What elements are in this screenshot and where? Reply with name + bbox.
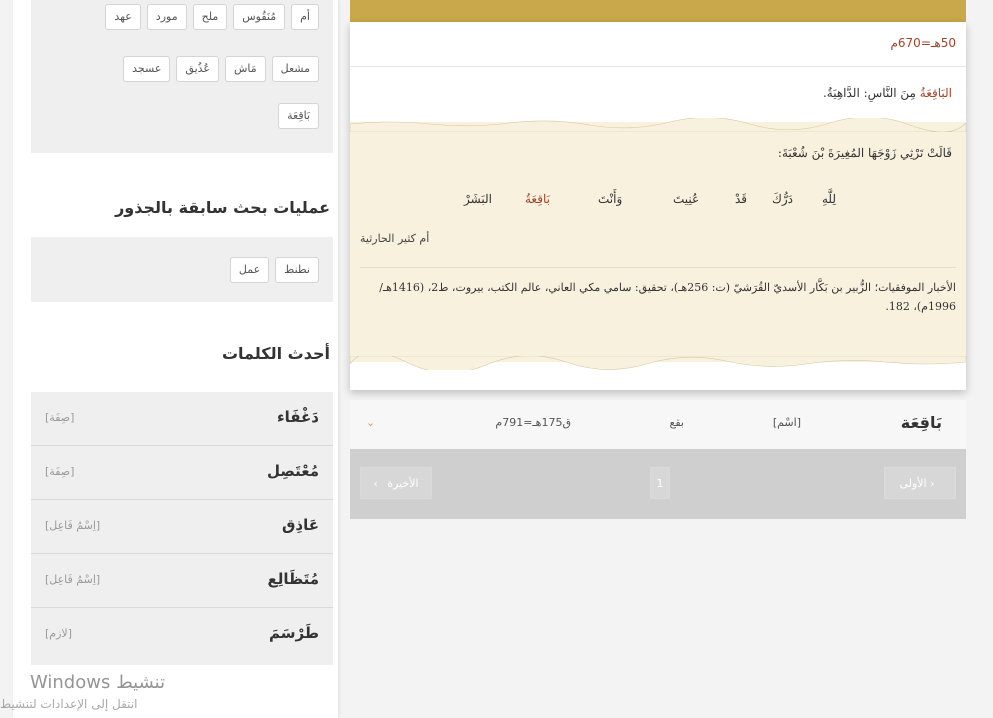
sidebar: أم مُنَقُوس ملح مورد عهد مشعل مَاش عُذُي… <box>13 0 338 718</box>
root-tag[interactable]: مَاش <box>224 56 266 82</box>
quote-intro: قَالَتْ تَرْثِي زَوْجَهَا المُغِيرَةَ بْ… <box>777 146 952 160</box>
list-item[interactable]: مُتَظَالِع [اِسْمُ فَاعِل] <box>31 554 333 608</box>
last-page-button[interactable]: ‹ الأخيرة <box>360 467 432 499</box>
verse-word: لِلَّهِ <box>822 192 837 206</box>
verse-word: البَشَرْ <box>464 192 492 206</box>
word-meaning: البَاقِعَةُ مِنَ النَّاسِ: الدَّاهِيَةُ. <box>823 86 952 100</box>
windows-activation-subtitle: انتقل إلى الإعدادات لتنشيط <box>0 697 138 711</box>
meaning-definition: مِنَ النَّاسِ: الدَّاهِيَةُ. <box>822 86 920 100</box>
verse-word: وَأَنْتَ <box>598 192 623 206</box>
verse-word: قَدْ <box>735 192 748 206</box>
previous-searches-box: نطنط عمل <box>31 237 333 302</box>
word-link[interactable]: مُتَظَالِع <box>267 570 319 588</box>
root-tag[interactable]: مُنَقُوس <box>233 4 286 30</box>
result-word[interactable]: بَاقِعَة <box>901 413 942 432</box>
first-page-label: الأولى <box>899 477 927 490</box>
header-bar <box>350 0 966 22</box>
word-type: [صِفَة] <box>45 465 75 478</box>
root-tag[interactable]: مورد <box>146 4 187 30</box>
list-item[interactable]: طَرْسَمَ [لازم] <box>31 608 333 662</box>
root-tag[interactable]: ملح <box>192 4 228 30</box>
result-date: ق175هـ=791م <box>495 416 571 429</box>
previous-searches-row: نطنط عمل <box>224 257 319 283</box>
verse-highlight-word: بَاقِعَةُ <box>525 192 550 206</box>
page-number-button[interactable]: 1 <box>650 467 670 499</box>
chevron-right-icon: › <box>930 477 935 490</box>
word-link[interactable]: عَاذِق <box>282 516 319 534</box>
list-item[interactable]: دَغْفَاء [صِفَة] <box>31 392 333 446</box>
latest-words-title: أحدث الكلمات <box>221 344 330 363</box>
root-tag[interactable]: مشعل <box>271 56 319 82</box>
root-tag[interactable]: أم <box>291 4 319 30</box>
root-tag[interactable]: عسجد <box>123 56 171 82</box>
verse-word: عُنِيتَ <box>673 192 700 206</box>
previous-search-tag[interactable]: عمل <box>229 257 270 283</box>
chevron-left-icon: ‹ <box>373 477 378 490</box>
pagination: الأولى › 1 ‹ الأخيرة <box>350 449 966 519</box>
windows-activation-title: تنشيط Windows <box>30 672 166 693</box>
meaning-headword: البَاقِعَةُ <box>919 86 952 100</box>
poet-name: أم كثير الحارثية <box>360 232 430 245</box>
word-type: [صِفَة] <box>45 411 75 424</box>
related-roots-box: أم مُنَقُوس ملح مورد عهد مشعل مَاش عُذُي… <box>31 0 333 153</box>
divider <box>350 66 966 67</box>
torn-edge-bottom <box>350 356 966 370</box>
word-type: [اِسْمُ فَاعِل] <box>45 519 101 532</box>
latest-words-list: دَغْفَاء [صِفَة] مُعْتَصِل [صِفَة] عَاذِ… <box>31 392 333 665</box>
root-tag[interactable]: عُذُيق <box>176 56 219 82</box>
first-page-button[interactable]: الأولى › <box>884 467 956 499</box>
quote-block: قَالَتْ تَرْثِي زَوْجَهَا المُغِيرَةَ بْ… <box>350 118 966 370</box>
verse-word: دَرُّكَ <box>772 192 794 206</box>
word-type: [اِسْمُ فَاعِل] <box>45 573 101 586</box>
result-root: بقع <box>669 416 684 429</box>
previous-searches-title: عمليات بحث سابقة بالجذور <box>115 198 330 217</box>
last-page-label: الأخيرة <box>387 477 419 490</box>
word-link[interactable]: دَغْفَاء <box>277 408 319 426</box>
list-item[interactable]: عَاذِق [اِسْمُ فَاعِل] <box>31 500 333 554</box>
list-item[interactable]: مُعْتَصِل [صِفَة] <box>31 446 333 500</box>
chevron-down-icon[interactable]: ⌄ <box>366 416 375 429</box>
root-tag[interactable]: عهد <box>105 4 141 30</box>
divider <box>360 267 956 268</box>
word-detail-card: 50هـ=670م البَاقِعَةُ مِنَ النَّاسِ: الد… <box>350 22 966 390</box>
result-row[interactable]: بَاقِعَة [اسْم] بقع ق175هـ=791م ⌄ <box>350 400 966 450</box>
related-roots-row-3: بَاقِعَة <box>272 103 319 129</box>
related-roots-row-1: أم مُنَقُوس ملح مورد عهد <box>99 4 319 30</box>
previous-search-tag[interactable]: نطنط <box>275 257 319 283</box>
result-type: [اسْم] <box>772 416 801 429</box>
root-tag[interactable]: بَاقِعَة <box>278 103 319 129</box>
card-date: 50هـ=670م <box>890 36 956 50</box>
related-roots-row-2: مشعل مَاش عُذُيق عسجد <box>117 56 319 82</box>
word-link[interactable]: طَرْسَمَ <box>269 624 319 642</box>
torn-edge-top <box>350 118 966 132</box>
word-type: [لازم] <box>45 627 72 640</box>
word-link[interactable]: مُعْتَصِل <box>267 462 319 480</box>
source-citation: الأخبار الموفقيات؛ الزُّبير بن بَكَّار ا… <box>379 281 956 313</box>
